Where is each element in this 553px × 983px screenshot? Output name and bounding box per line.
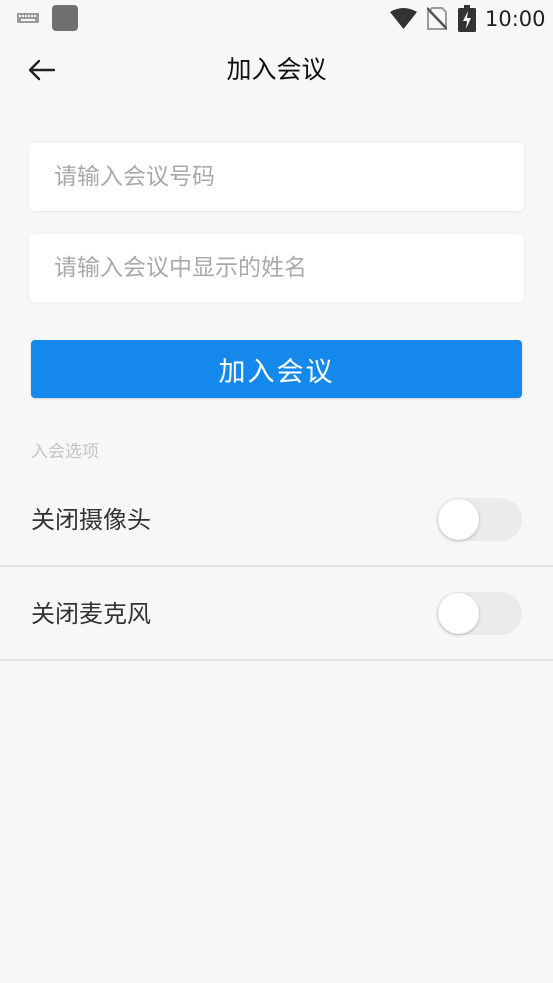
microphone-off-label: 关闭麦克风 — [31, 600, 151, 628]
toggle-knob — [438, 499, 479, 540]
join-meeting-button[interactable]: 加入会议 — [31, 340, 522, 398]
options-section-label: 入会选项 — [31, 442, 99, 462]
display-name-card — [29, 234, 524, 302]
app-notification-icon — [52, 5, 78, 31]
divider — [0, 659, 553, 661]
status-bar: 10:00 — [0, 0, 553, 38]
meeting-number-card — [29, 143, 524, 211]
status-time: 10:00 — [485, 7, 546, 31]
join-meeting-screen: 10:00 加入会议 加入会议 入会选项 关闭摄像头 关闭麦克风 — [0, 0, 553, 983]
page-title: 加入会议 — [226, 55, 327, 84]
keyboard-icon — [17, 13, 39, 23]
display-name-input[interactable] — [29, 234, 524, 302]
no-sim-icon — [427, 7, 447, 30]
meeting-number-input[interactable] — [29, 143, 524, 211]
camera-off-toggle[interactable] — [437, 498, 522, 541]
option-row-microphone: 关闭麦克风 — [0, 567, 553, 661]
camera-off-label: 关闭摄像头 — [31, 506, 151, 534]
wifi-icon — [390, 8, 417, 29]
microphone-off-toggle[interactable] — [437, 592, 522, 635]
option-row-camera: 关闭摄像头 — [0, 473, 553, 567]
battery-charging-icon — [458, 5, 476, 32]
toggle-knob — [438, 593, 479, 634]
